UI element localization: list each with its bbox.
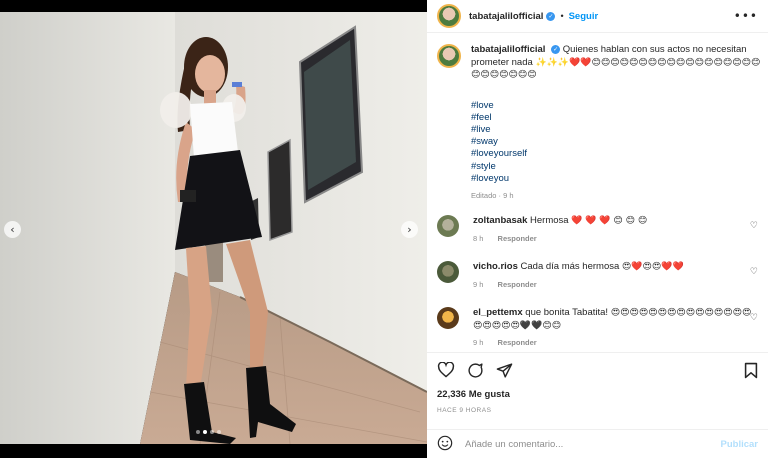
publish-button[interactable]: Publicar [721,439,759,450]
bookmark-icon[interactable] [744,362,758,379]
post-caption: tabatajalilofficial ✓ Quienes hablan con… [437,44,762,202]
comment-time: 8 h [473,233,484,243]
carousel-dots [196,430,221,434]
comment-item: vicho.rios Cada día más hermosa 😍❤️😍😍❤️❤… [437,261,757,291]
avatar[interactable] [437,261,459,283]
reply-button[interactable]: Responder [498,338,537,347]
avatar[interactable] [437,215,459,237]
share-icon[interactable] [496,362,513,379]
comment-username[interactable]: vicho.rios [473,261,518,272]
comment-text: que bonita Tabatita! [525,307,609,318]
hashtag-link[interactable]: #sway [471,136,762,148]
comment-time: 9 h [473,279,484,289]
comment-like-heart-icon[interactable]: ♡ [750,313,758,323]
caption-time: 9 h [503,190,514,200]
caption-meta: Editado · 9 h [471,190,762,203]
comment-icon[interactable] [467,362,484,379]
add-comment-bar: Publicar [427,429,768,458]
edited-label: Editado [471,190,497,200]
reply-button[interactable]: Responder [498,280,537,289]
hashtag-link[interactable]: #loveyou [471,173,762,185]
carousel-dot [196,430,200,434]
post-photo[interactable] [0,12,427,444]
carousel-dot [217,430,221,434]
comment-item: el_pettemx que bonita Tabatita! 😍😍😍😍😍😍😍😍… [437,307,757,350]
post-media: ‹ › [0,0,427,458]
post-username[interactable]: tabatajalilofficial [469,11,543,22]
comment-text: Hermosa [530,215,569,226]
follow-button[interactable]: Seguir [569,11,599,22]
hashtag-link[interactable]: #live [471,124,762,136]
heart-icon[interactable] [437,362,455,378]
post-actions: 22,336 Me gusta HACE 9 HORAS [427,352,768,414]
hashtag-link[interactable]: #feel [471,112,762,124]
hashtag-link[interactable]: #loveyourself [471,148,762,160]
comment-like-heart-icon[interactable]: ♡ [750,221,758,231]
comment-text: Cada día más hermosa [520,261,620,272]
comment-input[interactable] [465,438,721,450]
comment-username[interactable]: zoltanbasak [473,215,527,226]
hashtag-link[interactable]: #style [471,161,762,173]
comment-item: zoltanbasak Hermosa ❤️ ❤️ ❤️ 😊 😊 😊 8 h R… [437,215,757,245]
emoji-smiley-icon[interactable] [437,435,453,453]
hashtag-link[interactable]: #love [471,100,762,112]
avatar[interactable] [437,4,461,28]
verified-badge-icon: ✓ [546,11,556,21]
comment-time: 9 h [473,338,484,347]
comment-emojis: ❤️ ❤️ ❤️ 😊 😊 😊 [571,216,648,226]
post-sidebar: tabatajalilofficial ✓ • Seguir ••• tabat… [427,0,768,458]
post-header: tabatajalilofficial ✓ • Seguir ••• [427,0,768,33]
verified-badge-icon: ✓ [551,44,561,54]
reply-button[interactable]: Responder [498,234,537,243]
like-count[interactable]: 22,336 Me gusta [427,389,768,400]
comment-username[interactable]: el_pettemx [473,307,523,318]
hashtag-list: #love #feel #live #sway #loveyourself #s… [471,100,762,185]
caption-avatar[interactable] [437,44,461,68]
carousel-dot [210,430,214,434]
avatar[interactable] [437,307,459,329]
more-horizontal-icon[interactable]: ••• [734,9,758,23]
comment-like-heart-icon[interactable]: ♡ [750,267,758,277]
edited-separator: · [498,190,502,200]
post-timeago: HACE 9 HORAS [437,407,492,414]
chevron-left-icon[interactable]: ‹ [4,221,21,238]
chevron-right-icon[interactable]: › [401,221,418,238]
carousel-dot-active [203,430,207,434]
comment-emojis: 😍❤️😍😍❤️❤️ [621,262,684,272]
caption-username[interactable]: tabatajalilofficial [471,44,545,55]
header-separator: • [560,11,564,21]
